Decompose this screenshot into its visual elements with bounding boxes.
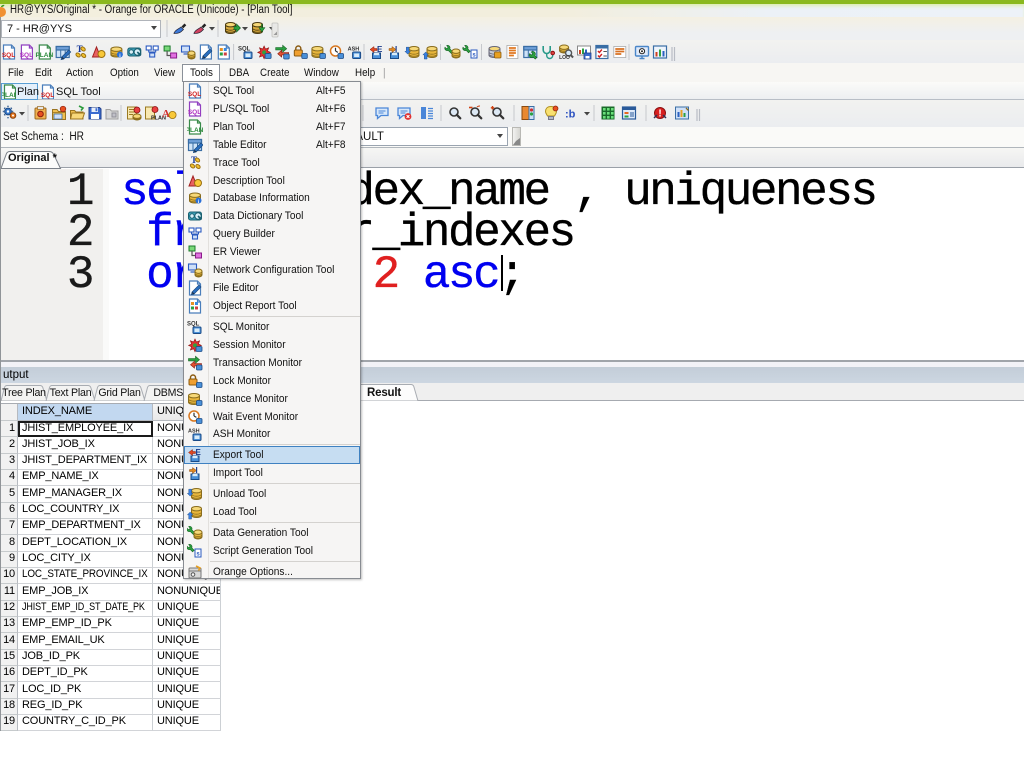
svg-text:Tree Plan: Tree Plan	[2, 387, 46, 399]
svg-text:SQL: SQL	[2, 52, 15, 59]
svg-text:SQL: SQL	[20, 52, 33, 59]
svg-text:SQL: SQL	[188, 109, 201, 116]
svg-text:PLAN: PLAN	[187, 127, 203, 134]
svg-text:Grid Plan: Grid Plan	[98, 387, 141, 399]
svg-text:SQL: SQL	[188, 91, 201, 98]
svg-text:!: !	[658, 109, 661, 120]
svg-text:Result: Result	[367, 387, 401, 399]
svg-text:SQL: SQL	[41, 92, 54, 99]
svg-text:Text Plan: Text Plan	[50, 387, 92, 399]
svg-text:PLAN: PLAN	[2, 92, 16, 99]
svg-text:PLAN: PLAN	[35, 52, 53, 59]
svg-text:LOO: LOO	[559, 55, 570, 61]
svg-text::b: :b	[565, 109, 576, 121]
